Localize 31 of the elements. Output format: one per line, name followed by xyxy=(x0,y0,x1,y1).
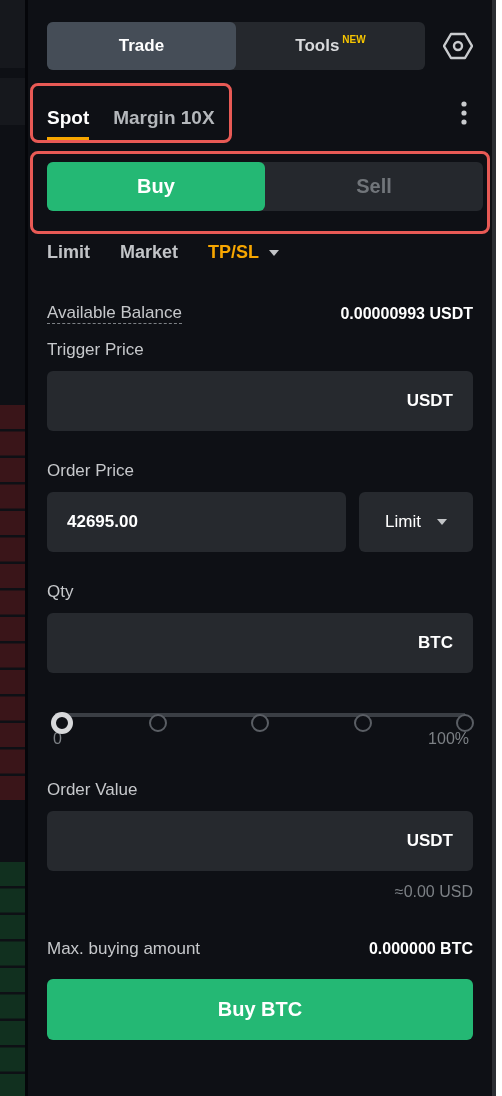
field-label: Order Value xyxy=(47,780,139,800)
slider-mark[interactable] xyxy=(251,714,269,732)
order-type-tab[interactable]: Limit xyxy=(47,242,90,263)
order-value-field[interactable]: USDT xyxy=(47,811,473,871)
balance-value: 0.00000993 USDT xyxy=(340,304,473,323)
slider-mark[interactable] xyxy=(148,714,167,732)
max-buy-value: 0.000000 BTC xyxy=(368,940,473,958)
slider-max-label: 100% xyxy=(428,730,469,748)
slider-thumb[interactable] xyxy=(51,712,73,734)
order-type-tab[interactable]: Market xyxy=(120,242,179,263)
caret-icon xyxy=(436,519,447,525)
qty-field[interactable]: BTC xyxy=(47,613,473,673)
new-label: NEW xyxy=(342,34,366,45)
settings-icon[interactable] xyxy=(443,32,473,60)
balance-label: Available Balance xyxy=(47,303,182,324)
max-buy-label: Max. buying amount xyxy=(47,939,201,959)
order-price-field[interactable]: 42695.00 xyxy=(47,492,346,552)
top-tab[interactable]: Trade xyxy=(47,22,236,70)
usd-estimate: ≈0.00 USD xyxy=(393,883,473,901)
mode-tab[interactable]: Spot xyxy=(47,101,90,140)
slider-mark[interactable] xyxy=(456,714,474,732)
more-icon[interactable] xyxy=(461,101,467,125)
scrollbar[interactable] xyxy=(492,0,502,1096)
field-label: Order Price xyxy=(47,461,135,481)
trigger-price-field[interactable]: USDT xyxy=(47,371,473,431)
mode-tab[interactable]: Margin 10X xyxy=(113,101,215,140)
slider-mark[interactable] xyxy=(353,714,372,732)
field-label: Qty xyxy=(47,582,75,602)
field-label: Trigger Price xyxy=(47,340,145,360)
order-type-tab[interactable]: TP/SL xyxy=(208,242,280,263)
price-type-select[interactable]: Limit xyxy=(359,492,473,552)
